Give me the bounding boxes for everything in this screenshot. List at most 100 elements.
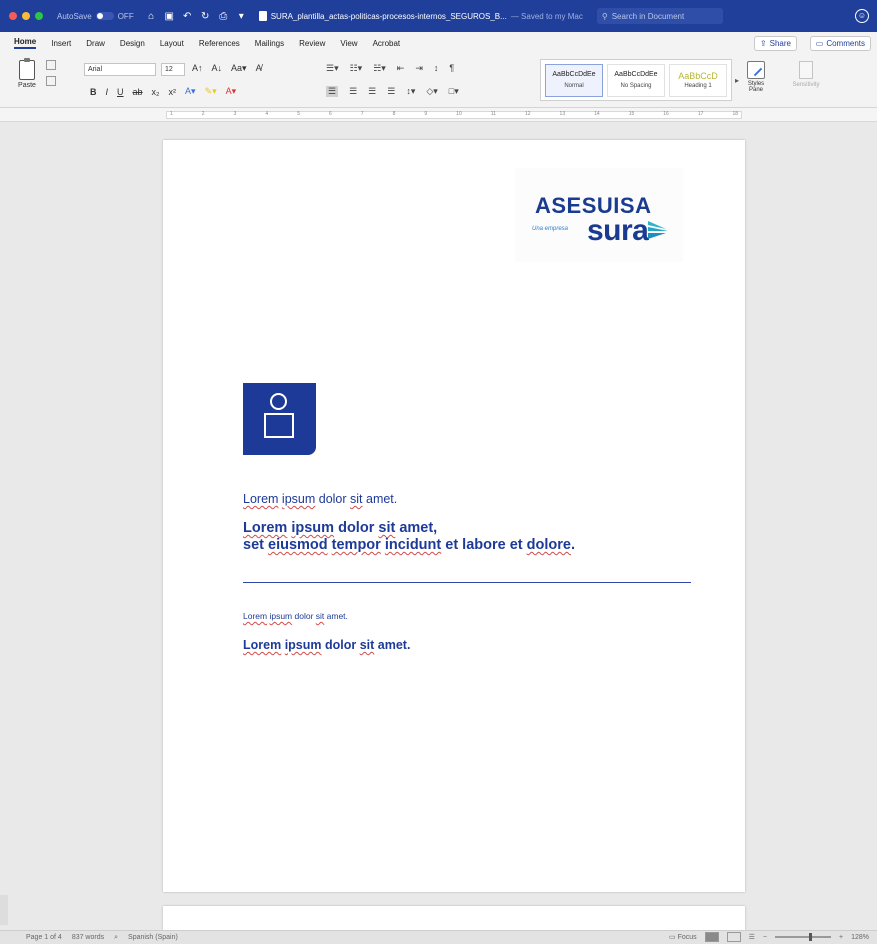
- document-page[interactable]: ASESUISA Una empresa sura Lorem ipsum do…: [163, 140, 745, 892]
- clear-formatting-icon[interactable]: A̸: [256, 63, 262, 74]
- tab-acrobat[interactable]: Acrobat: [373, 39, 401, 48]
- tab-insert[interactable]: Insert: [51, 39, 71, 48]
- multilevel-list-icon[interactable]: ☵▾: [373, 63, 386, 74]
- style-name: No Spacing: [620, 83, 652, 89]
- bold-text-line[interactable]: Lorem ipsum dolor sit amet.: [243, 638, 410, 652]
- search-icon: ⚲: [601, 11, 608, 21]
- numbering-icon[interactable]: ☷▾: [350, 63, 363, 74]
- bullets-icon[interactable]: ☰▾: [326, 63, 339, 74]
- close-window-button[interactable]: [9, 12, 17, 20]
- style-normal[interactable]: AaBbCcDdEe Normal: [545, 64, 603, 97]
- web-layout-view-button[interactable]: [726, 932, 741, 942]
- zoom-in-icon[interactable]: +: [839, 934, 843, 941]
- undo-icon[interactable]: ↶: [182, 11, 193, 22]
- tab-home[interactable]: Home: [14, 37, 37, 49]
- justify-icon[interactable]: ☰: [387, 86, 395, 97]
- minimize-window-button[interactable]: [22, 12, 30, 20]
- autosave-toggle[interactable]: [95, 12, 114, 20]
- underline-icon[interactable]: U: [117, 87, 124, 97]
- account-icon[interactable]: ☺: [855, 9, 869, 23]
- small-text-line[interactable]: Lorem ipsum dolor sit amet.: [243, 611, 348, 621]
- text-effects-icon[interactable]: A▾: [185, 86, 196, 97]
- italic-icon[interactable]: I: [106, 87, 109, 97]
- autosave-control[interactable]: AutoSave OFF: [57, 12, 134, 21]
- grow-font-icon[interactable]: A↑: [192, 63, 203, 74]
- subscript-icon[interactable]: x₂: [152, 87, 160, 97]
- style-no-spacing[interactable]: AaBbCcDdEe No Spacing: [607, 64, 665, 97]
- borders-icon[interactable]: □▾: [449, 86, 459, 97]
- align-right-icon[interactable]: ☰: [368, 86, 376, 97]
- strikethrough-icon[interactable]: ab: [133, 87, 143, 97]
- heading-text[interactable]: Lorem ipsum dolor sit amet, set eiusmod …: [243, 520, 575, 554]
- tab-design[interactable]: Design: [120, 39, 145, 48]
- style-sample: AaBbCcD: [678, 71, 718, 81]
- tab-review[interactable]: Review: [299, 39, 325, 48]
- save-icon[interactable]: ▣: [164, 11, 175, 22]
- paste-button[interactable]: Paste: [14, 58, 40, 89]
- style-sample: AaBbCcDdEe: [552, 71, 596, 78]
- home-icon[interactable]: ⌂: [146, 11, 157, 22]
- align-left-icon[interactable]: ☰: [326, 86, 339, 97]
- style-heading-1[interactable]: AaBbCcD Heading 1: [669, 64, 727, 97]
- sensitivity-button[interactable]: Sensitivity: [785, 61, 827, 88]
- tab-draw[interactable]: Draw: [86, 39, 105, 48]
- tab-view[interactable]: View: [340, 39, 357, 48]
- read-mode-icon[interactable]: ☰: [749, 933, 755, 941]
- document-icon: [258, 11, 267, 21]
- share-icon: ⇪: [759, 39, 767, 48]
- superscript-icon[interactable]: x²: [169, 87, 177, 97]
- shading-icon[interactable]: ◇▾: [426, 86, 437, 97]
- styles-pane-icon: [747, 61, 765, 79]
- decrease-indent-icon[interactable]: ⇤: [397, 63, 405, 74]
- tab-references[interactable]: References: [199, 39, 240, 48]
- tab-mailings[interactable]: Mailings: [255, 39, 284, 48]
- copy-icon[interactable]: [46, 76, 56, 86]
- page-count[interactable]: Page 1 of 4: [26, 934, 62, 941]
- tab-layout[interactable]: Layout: [160, 39, 184, 48]
- shrink-font-icon[interactable]: A↓: [212, 63, 223, 74]
- ribbon-tabs: Home Insert Draw Design Layout Reference…: [0, 32, 877, 54]
- language-indicator[interactable]: Spanish (Spain): [128, 934, 178, 941]
- search-document-input[interactable]: ⚲ Search in Document: [596, 8, 723, 24]
- print-icon[interactable]: ⎙: [218, 11, 229, 22]
- maximize-window-button[interactable]: [35, 12, 43, 20]
- focus-button[interactable]: ▭ Focus: [669, 933, 697, 941]
- zoom-level[interactable]: 128%: [851, 934, 869, 941]
- zoom-out-icon[interactable]: −: [763, 934, 767, 941]
- comments-button[interactable]: ▭ Comments: [809, 36, 871, 51]
- clipboard-icon: [19, 58, 35, 80]
- redo-icon[interactable]: ↻: [200, 11, 211, 22]
- styles-pane-button[interactable]: Styles Pane: [742, 61, 770, 93]
- horizontal-ruler[interactable]: 1 2 3 4 5 6 7 8 9 10 11 12 13 14 15 16 17 18: [0, 108, 877, 122]
- quick-access-toolbar: ⌂ ▣ ↶ ↻ ⎙ ▾: [146, 11, 247, 22]
- logo-tagline: Una empresa: [532, 226, 569, 232]
- body-text-line[interactable]: Lorem ipsum dolor sit amet.: [243, 492, 397, 506]
- status-right-controls: ▭ Focus ☰ − + 128%: [669, 932, 869, 942]
- align-center-icon[interactable]: ☰: [349, 86, 357, 97]
- font-color-icon[interactable]: A▾: [226, 86, 237, 97]
- sort-icon[interactable]: ↕: [434, 63, 439, 74]
- print-layout-view-button[interactable]: [704, 932, 719, 942]
- increase-indent-icon[interactable]: ⇥: [415, 63, 423, 74]
- line-spacing-icon[interactable]: ↕▾: [406, 86, 415, 97]
- bold-icon[interactable]: B: [90, 87, 97, 97]
- window-controls: [9, 12, 43, 20]
- avatar-body: [264, 413, 294, 438]
- logo-sura-text: sura: [587, 214, 649, 247]
- show-formatting-icon[interactable]: ¶: [449, 63, 454, 74]
- autosave-state: OFF: [117, 11, 134, 21]
- font-size-dropdown[interactable]: 12: [161, 63, 185, 76]
- highlight-icon[interactable]: ✎▾: [205, 86, 217, 97]
- change-case-icon[interactable]: Aa▾: [231, 63, 247, 74]
- share-label: Share: [769, 39, 791, 48]
- customize-toolbar-chevron-icon[interactable]: ▾: [236, 11, 247, 22]
- title-bar: AutoSave OFF ⌂ ▣ ↶ ↻ ⎙ ▾ SURA_plantilla_…: [0, 0, 877, 32]
- word-count[interactable]: 837 words: [72, 934, 104, 941]
- zoom-slider[interactable]: [775, 933, 831, 941]
- proofing-icon[interactable]: ⌕: [114, 934, 118, 942]
- cut-icon[interactable]: [46, 60, 56, 70]
- share-button[interactable]: ⇪ Share: [753, 36, 797, 51]
- font-size-tools: A↑ A↓ Aa▾ A̸: [192, 63, 262, 74]
- font-name-dropdown[interactable]: Arial: [84, 63, 156, 76]
- styles-more-chevron-icon[interactable]: ▸: [735, 76, 739, 85]
